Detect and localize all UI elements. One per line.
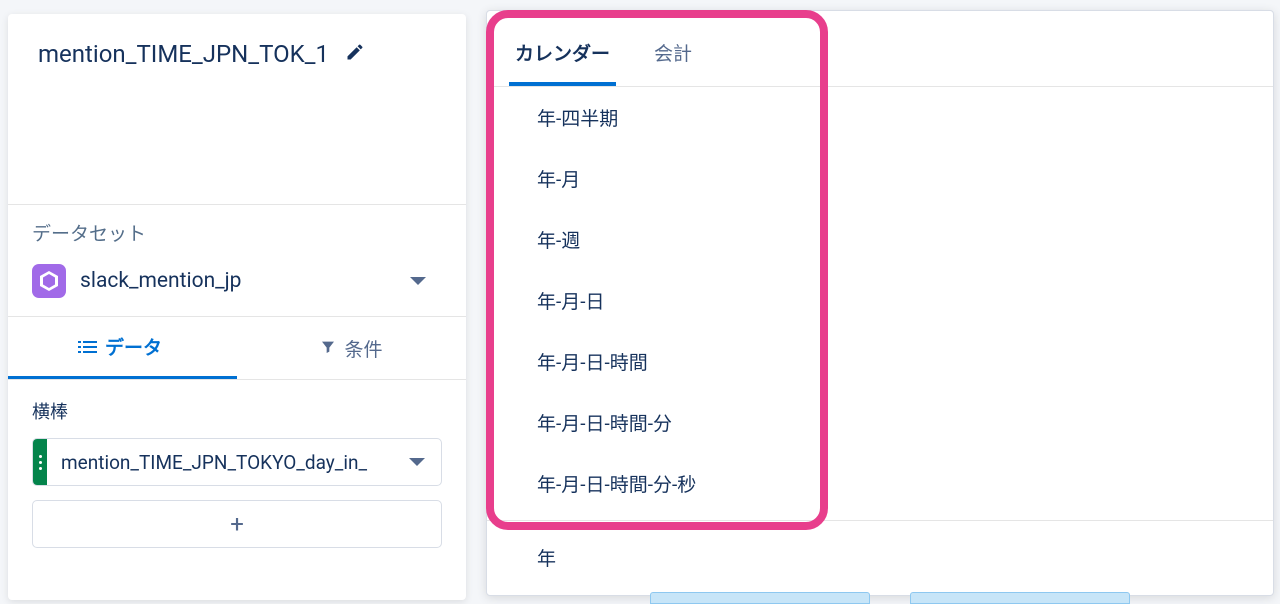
dropdown-list: 年-四半期 年-月 年-週 年-月-日 年-月-日-時間 年-月-日-時間-分 … [487,87,1273,588]
tab-data[interactable]: データ [8,317,237,379]
plus-icon: + [230,510,244,538]
chart-bar [650,592,870,604]
tab-fiscal-label: 会計 [654,42,692,65]
edit-title-icon[interactable] [345,42,365,66]
field-group-label: 横棒 [32,398,442,424]
field-pill-text: mention_TIME_JPN_TOKYO_day_in_ [47,451,393,474]
tab-fiscal[interactable]: 会計 [648,25,698,86]
option-ymd-hour-min[interactable]: 年-月-日-時間-分 [487,392,1273,453]
tab-data-label: データ [105,333,162,360]
option-ymd-hour-min-sec[interactable]: 年-月-日-時間-分-秒 [487,453,1273,514]
widget-title: mention_TIME_JPN_TOK_1 [38,40,329,68]
add-field-button[interactable]: + [32,500,442,548]
list-icon [83,341,97,353]
option-ymd-hour[interactable]: 年-月-日-時間 [487,331,1273,392]
title-row: mention_TIME_JPN_TOK_1 [8,14,466,88]
chevron-down-icon [394,277,442,285]
drag-handle-icon[interactable] [33,439,47,485]
left-config-panel: mention_TIME_JPN_TOK_1 データセット slack_ment… [8,14,466,600]
tab-filter-label: 条件 [344,335,382,362]
dataset-section-label: データセット [8,205,466,256]
dataset-icon [32,264,66,298]
panel-tabs: データ 条件 [8,316,466,380]
filter-icon [320,337,336,360]
dataset-selector[interactable]: slack_mention_jp [8,256,466,316]
fields-section: 横棒 mention_TIME_JPN_TOKYO_day_in_ + [8,380,466,566]
spacer [8,88,466,204]
chevron-down-icon[interactable] [393,458,441,466]
option-year[interactable]: 年 [487,527,1273,588]
tab-calendar-label: カレンダー [515,42,610,65]
option-year-month-day[interactable]: 年-月-日 [487,270,1273,331]
field-pill[interactable]: mention_TIME_JPN_TOKYO_day_in_ [32,438,442,486]
divider [487,520,1273,521]
tab-filter[interactable]: 条件 [237,317,466,379]
chart-bar [910,592,1130,604]
background-chart-bars [650,592,1130,604]
dataset-name: slack_mention_jp [80,269,394,293]
tab-calendar[interactable]: カレンダー [509,25,616,86]
option-year-week[interactable]: 年-週 [487,209,1273,270]
option-year-month[interactable]: 年-月 [487,148,1273,209]
dropdown-tabs: カレンダー 会計 [487,11,1273,87]
date-granularity-dropdown: カレンダー 会計 年-四半期 年-月 年-週 年-月-日 年-月-日-時間 年-… [486,10,1274,596]
option-year-quarter[interactable]: 年-四半期 [487,87,1273,148]
